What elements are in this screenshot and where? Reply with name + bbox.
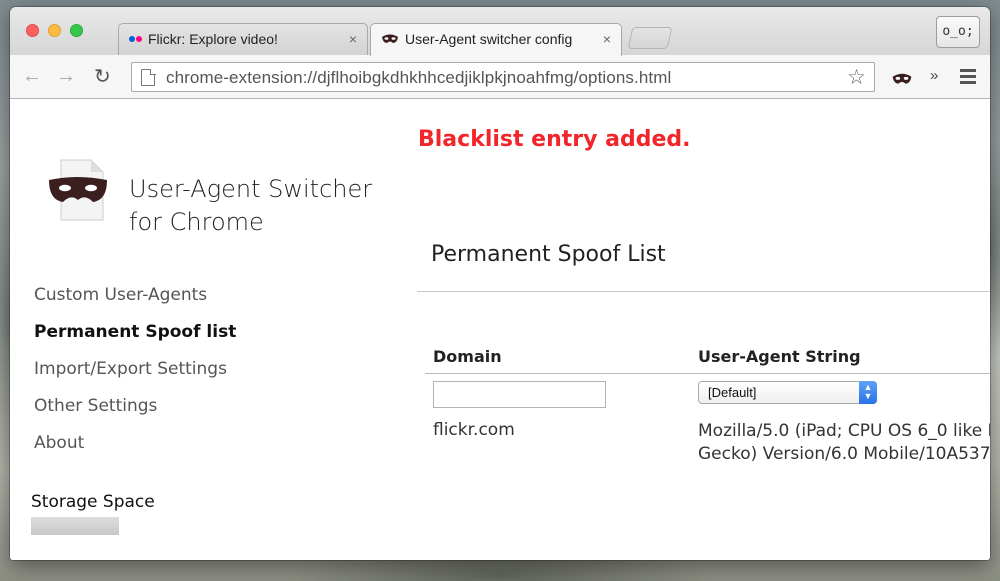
user-agent-select-value: [Default]: [708, 385, 757, 400]
back-button[interactable]: ←: [22, 65, 42, 88]
new-tab-button[interactable]: [627, 27, 673, 49]
sidebar-item-import-export[interactable]: Import/Export Settings: [34, 357, 236, 394]
forward-button[interactable]: →: [56, 65, 76, 88]
extensions-overflow-icon[interactable]: »: [930, 67, 938, 84]
tab-flickr[interactable]: Flickr: Explore video! ×: [118, 23, 368, 56]
address-bar[interactable]: chrome-extension://djflhoibgkdhkhhcedjik…: [131, 62, 875, 92]
reload-button[interactable]: ↻: [94, 64, 111, 89]
table-row-domain: flickr.com: [433, 420, 515, 440]
tab-strip: Flickr: Explore video! × User-Agent swit…: [10, 7, 990, 56]
domain-input[interactable]: [433, 381, 606, 408]
tab-title: Flickr: Explore video!: [148, 31, 278, 47]
zoom-window-button[interactable]: [70, 24, 83, 37]
divider: [425, 373, 990, 374]
extension-title: User-Agent Switcher for Chrome: [129, 175, 373, 236]
select-arrows-icon: ▲ ▼: [859, 381, 877, 404]
tab-title: User-Agent switcher config: [405, 31, 573, 47]
close-tab-icon[interactable]: ×: [603, 31, 611, 47]
flickr-icon: [129, 36, 142, 42]
sidebar-item-about[interactable]: About: [34, 431, 236, 468]
star-icon[interactable]: ☆: [847, 65, 866, 90]
divider: [417, 291, 990, 292]
table-row-user-agent: Mozilla/5.0 (iPad; CPU OS 6_0 like Ma Ge…: [698, 421, 990, 464]
url-text[interactable]: chrome-extension://djflhoibgkdhkhhcedjik…: [166, 68, 671, 88]
storage-bar: [31, 517, 119, 535]
sidebar-item-permanent-spoof-list[interactable]: Permanent Spoof list: [34, 320, 236, 357]
page-icon: [141, 68, 156, 86]
tab-user-agent-switcher[interactable]: User-Agent switcher config ×: [370, 23, 622, 56]
status-message: Blacklist entry added.: [418, 127, 691, 152]
close-window-button[interactable]: [26, 24, 39, 37]
minimize-window-button[interactable]: [48, 24, 61, 37]
close-tab-icon[interactable]: ×: [349, 31, 357, 47]
column-header-domain: Domain: [433, 347, 502, 366]
sidebar-item-custom-user-agents[interactable]: Custom User-Agents: [34, 283, 236, 320]
storage-label: Storage Space: [31, 492, 155, 512]
menu-icon[interactable]: [960, 69, 976, 87]
page-title: Permanent Spoof List: [431, 242, 666, 267]
sidebar-item-other-settings[interactable]: Other Settings: [34, 394, 236, 431]
browser-window: Flickr: Explore video! × User-Agent swit…: [10, 7, 990, 560]
mask-icon: [382, 34, 398, 43]
profile-button[interactable]: o_o;: [936, 16, 980, 48]
sidebar-nav: Custom User-Agents Permanent Spoof list …: [34, 283, 236, 468]
column-header-user-agent: User-Agent String: [698, 347, 861, 366]
mask-icon[interactable]: [891, 72, 913, 86]
toolbar: ← → ↻ chrome-extension://djflhoibgkdhkhh…: [10, 55, 990, 99]
user-agent-select[interactable]: [Default] ▲ ▼: [698, 381, 877, 404]
extension-logo: [49, 159, 107, 221]
options-page: User-Agent Switcher for Chrome Custom Us…: [10, 100, 990, 560]
